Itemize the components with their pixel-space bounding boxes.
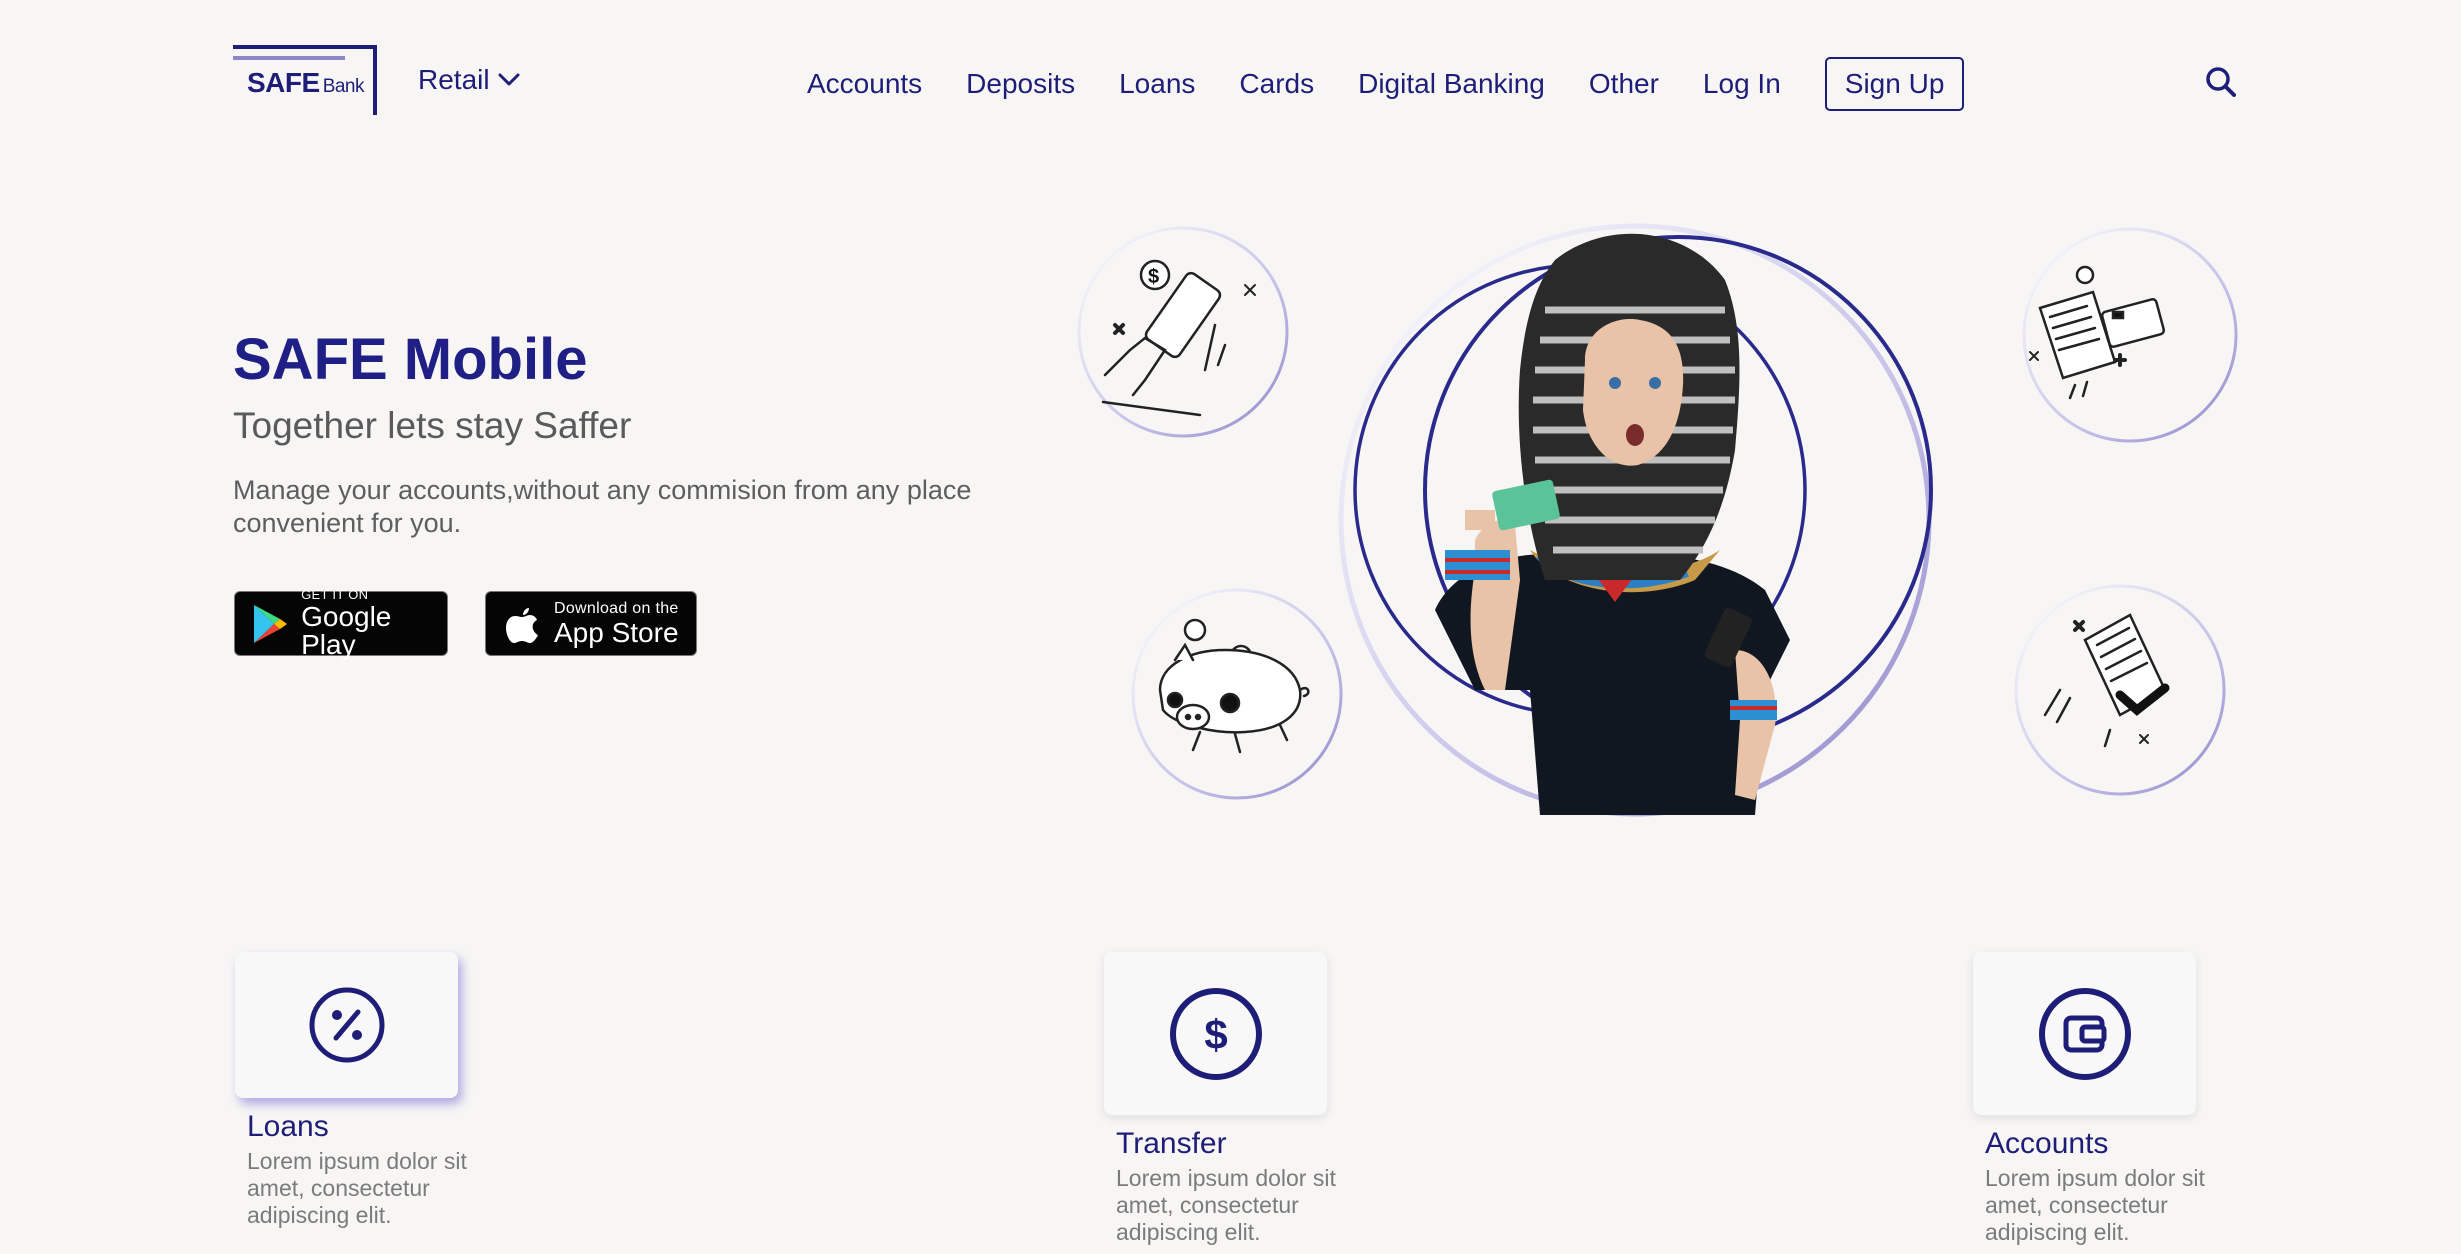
feature-transfer[interactable]: $ Transfer Lorem ipsum dolor sit amet, c… bbox=[1104, 952, 1356, 1246]
phone-hand-icon: $ bbox=[1101, 259, 1256, 417]
segment-dropdown[interactable]: Retail bbox=[418, 64, 520, 96]
feature-transfer-card[interactable]: $ bbox=[1104, 952, 1327, 1115]
feature-transfer-title: Transfer bbox=[1116, 1127, 1227, 1160]
google-play-icon bbox=[254, 604, 288, 643]
nav-deposits[interactable]: Deposits bbox=[966, 68, 1075, 100]
logo-wordmark: SAFE Bank bbox=[247, 67, 365, 99]
logo-bar bbox=[233, 45, 377, 49]
nav-accounts[interactable]: Accounts bbox=[807, 68, 922, 100]
feature-loans-card[interactable] bbox=[235, 952, 458, 1098]
svg-text:$: $ bbox=[1148, 266, 1159, 288]
feature-transfer-desc: Lorem ipsum dolor sit amet, consectetur … bbox=[1116, 1165, 1336, 1245]
documents-icon bbox=[2029, 265, 2166, 400]
feature-accounts[interactable]: Accounts Lorem ipsum dolor sit amet, con… bbox=[1973, 952, 2225, 1246]
nav-loans[interactable]: Loans bbox=[1119, 68, 1195, 100]
wallet-icon bbox=[2038, 987, 2131, 1080]
app-store-small: Download on the bbox=[554, 599, 679, 617]
nav-cards[interactable]: Cards bbox=[1239, 68, 1314, 100]
feature-accounts-card[interactable] bbox=[1973, 952, 2196, 1115]
nav-other[interactable]: Other bbox=[1589, 68, 1659, 100]
signup-button[interactable]: Sign Up bbox=[1824, 57, 1965, 111]
feature-accounts-title: Accounts bbox=[1985, 1127, 2109, 1160]
app-store-button[interactable]: Download on the App Store bbox=[485, 591, 697, 656]
svg-text:$: $ bbox=[1204, 1011, 1227, 1058]
landing-page: SAFE Bank Retail Accounts Deposits Loans … bbox=[0, 0, 2461, 1254]
chevron-down-icon bbox=[498, 73, 520, 86]
hero-title: SAFE Mobile bbox=[233, 327, 588, 392]
illustration-svg: $ bbox=[1077, 223, 2238, 817]
hero-illustration: $ bbox=[1075, 220, 2245, 860]
logo-bar-accent bbox=[233, 56, 345, 60]
segment-label: Retail bbox=[418, 64, 490, 95]
logo-name: SAFE bbox=[247, 67, 320, 98]
safe-bank-logo[interactable]: SAFE Bank bbox=[233, 45, 377, 115]
login-link[interactable]: Log In bbox=[1703, 68, 1781, 100]
logo-bar-vertical bbox=[373, 45, 377, 115]
dollar-icon: $ bbox=[1169, 987, 1262, 1080]
feature-accounts-desc: Lorem ipsum dolor sit amet, consectetur … bbox=[1985, 1165, 2205, 1245]
feature-loans-title: Loans bbox=[247, 1110, 329, 1143]
feature-loans[interactable]: Loans Lorem ipsum dolor sit amet, consec… bbox=[235, 952, 487, 1229]
percent-icon bbox=[309, 987, 384, 1063]
hero-description: Manage your accounts,without any commisi… bbox=[233, 475, 972, 538]
nav-digital-banking[interactable]: Digital Banking bbox=[1358, 68, 1545, 100]
google-play-label: Google Play bbox=[301, 601, 392, 660]
google-play-small: GET IT ON bbox=[301, 587, 369, 602]
google-play-button[interactable]: GET IT ON Google Play bbox=[234, 587, 448, 660]
checklist-icon bbox=[2043, 613, 2170, 748]
logo-suffix: Bank bbox=[322, 76, 365, 97]
piggy-bank-icon bbox=[1158, 618, 1310, 754]
search-icon[interactable] bbox=[2205, 66, 2237, 98]
feature-loans-desc: Lorem ipsum dolor sit amet, consectetur … bbox=[247, 1148, 467, 1228]
main-nav: Accounts Deposits Loans Cards Digital Ba… bbox=[807, 57, 1965, 111]
app-store-label: App Store bbox=[554, 616, 679, 648]
apple-icon bbox=[506, 607, 538, 643]
hero-subtitle: Together lets stay Saffer bbox=[233, 405, 632, 446]
